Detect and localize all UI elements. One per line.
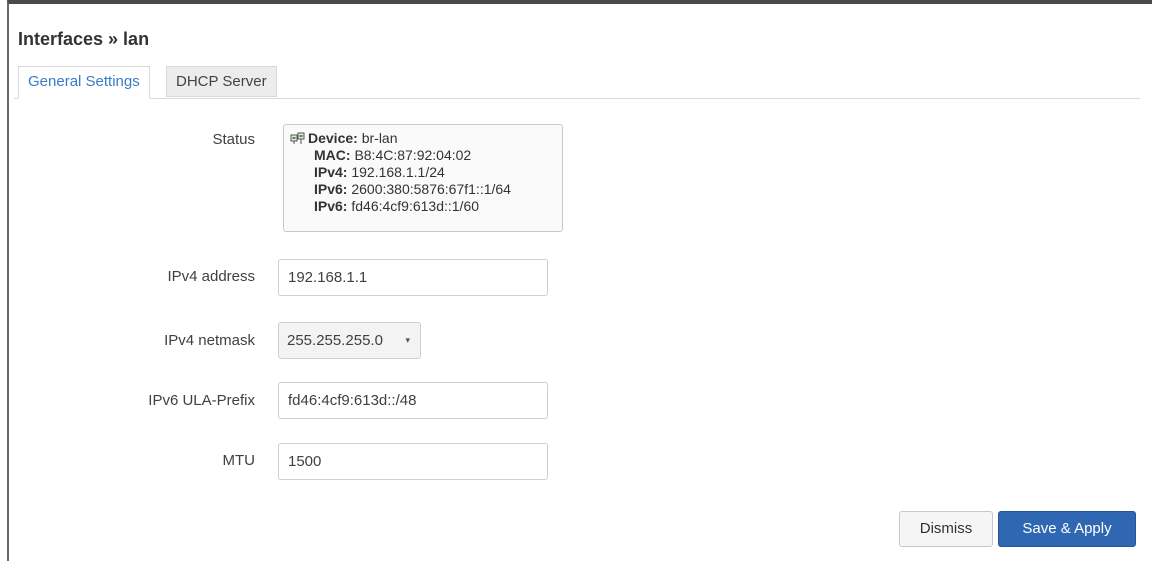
ipv4-netmask-label: IPv4 netmask [164, 332, 255, 349]
tab-general-settings[interactable]: General Settings [18, 66, 150, 99]
status-mac-row: MAC: B8:4C:87:92:04:02 [314, 147, 472, 163]
page-title: Interfaces » lan [18, 29, 150, 49]
ipv6-ula-prefix-label: IPv6 ULA-Prefix [148, 392, 255, 409]
ipv4-netmask-select[interactable]: 255.255.255.0 ▾ [278, 322, 421, 359]
network-ports-icon [290, 132, 305, 144]
dismiss-button[interactable]: Dismiss [899, 511, 993, 547]
chevron-down-icon: ▾ [405, 335, 410, 345]
tab-dhcp-server[interactable]: DHCP Server [166, 66, 277, 97]
status-ipv6-row: IPv6: fd46:4cf9:613d::1/60 [314, 198, 480, 214]
ipv6-ula-prefix-input[interactable]: fd46:4cf9:613d::/48 [278, 382, 548, 419]
ipv4-netmask-value: 255.255.255.0 [287, 332, 383, 349]
ipv4-address-input[interactable]: 192.168.1.1 [278, 259, 548, 296]
save-apply-button[interactable]: Save & Apply [998, 511, 1136, 547]
status-label: Status [212, 131, 255, 148]
status-ipv6-row: IPv6: 2600:380:5876:67f1::1/64 [314, 181, 511, 197]
status-device-row: Device: br-lan [308, 130, 398, 146]
status-ipv4-row: IPv4: 192.168.1.1/24 [314, 164, 445, 180]
ipv4-address-label: IPv4 address [167, 268, 255, 285]
mtu-label: MTU [222, 452, 256, 469]
tab-bar: General Settings DHCP Server [14, 66, 1140, 99]
status-box: Device: br-lan MAC: B8:4C:87:92:04:02 IP… [283, 124, 563, 232]
mtu-input[interactable]: 1500 [278, 443, 548, 480]
